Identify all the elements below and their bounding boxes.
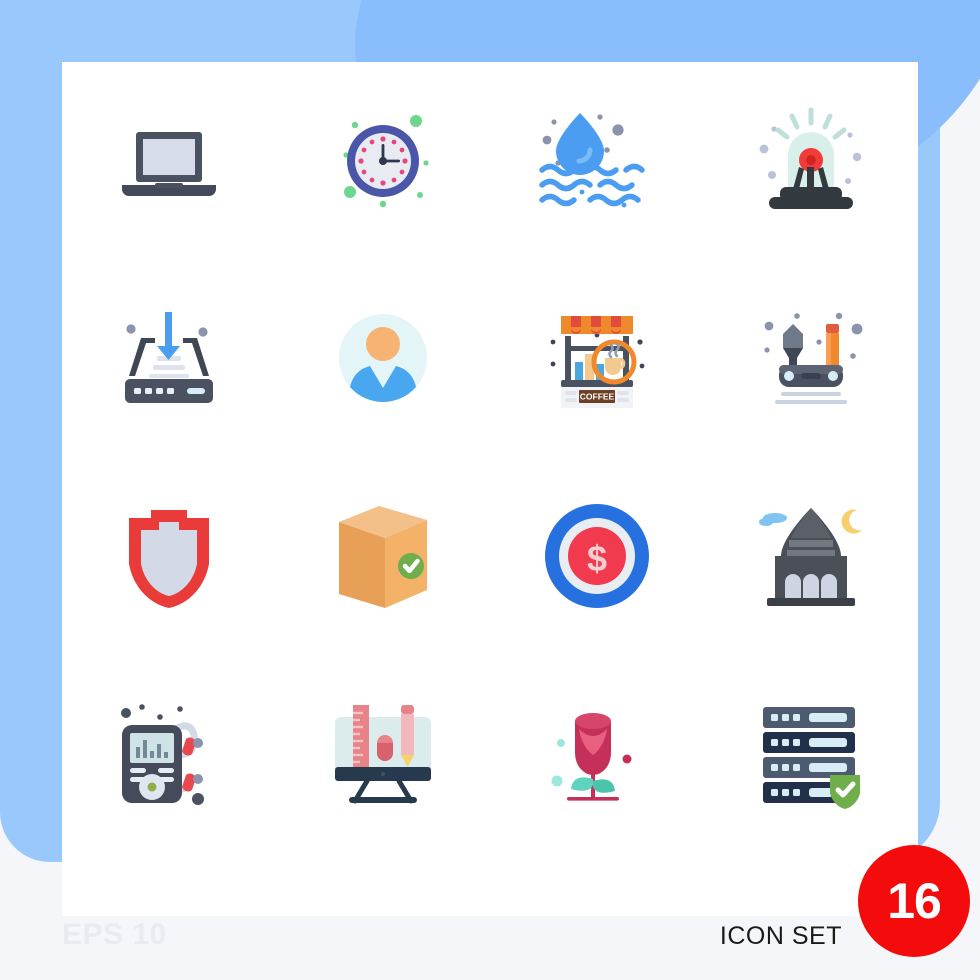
package-verified-icon — [339, 505, 427, 608]
icon-cell-dollar-target[interactable]: $ — [490, 457, 704, 655]
icon-cell-secure-server[interactable] — [704, 655, 918, 853]
icon-cell-clock[interactable] — [276, 62, 490, 260]
icon-cell-shield[interactable] — [62, 457, 276, 655]
footer-bar: EPS 10 ICON SET 16 — [0, 845, 980, 980]
icon-cell-mp3-player[interactable] — [62, 655, 276, 853]
secure-server-icon — [763, 707, 860, 810]
icon-cell-scanner-download[interactable] — [62, 260, 276, 458]
icon-count-badge: 16 — [858, 845, 970, 957]
icon-grid: COFFEE $ — [62, 62, 918, 852]
icon-cell-rose[interactable] — [490, 655, 704, 853]
clock-icon — [343, 114, 429, 207]
icon-cell-water[interactable] — [490, 62, 704, 260]
icon-cell-design-tools[interactable] — [704, 260, 918, 458]
icon-set-label: ICON SET — [719, 922, 842, 950]
icon-cell-user[interactable] — [276, 260, 490, 458]
icon-cell-mosque[interactable] — [704, 457, 918, 655]
scanner-download-icon — [125, 312, 213, 404]
icon-cell-laptop[interactable] — [62, 62, 276, 260]
icon-count-value: 16 — [887, 873, 942, 929]
shield-icon — [129, 509, 209, 608]
icon-cell-siren[interactable] — [704, 62, 918, 260]
rose-flower-icon — [551, 713, 632, 801]
laptop-icon — [122, 131, 216, 196]
siren-alarm-icon — [759, 107, 862, 209]
mp3-player-icon — [121, 704, 204, 806]
eps-label: EPS 10 — [62, 918, 167, 951]
monitor-design-icon — [335, 705, 431, 804]
coffee-sign-text: COFFEE — [580, 392, 615, 402]
water-drop-waves-icon — [539, 112, 645, 208]
icon-cell-coffee-shop[interactable]: COFFEE — [490, 260, 704, 458]
user-avatar-icon — [339, 314, 427, 403]
dollar-target-icon: $ — [545, 503, 649, 608]
design-tools-icon — [764, 313, 863, 405]
icon-cell-monitor-design[interactable] — [276, 655, 490, 853]
coffee-shop-icon: COFFEE — [550, 316, 645, 409]
mosque-icon — [759, 507, 862, 606]
icon-cell-package-verified[interactable] — [276, 457, 490, 655]
dollar-sign-glyph: $ — [587, 538, 607, 579]
